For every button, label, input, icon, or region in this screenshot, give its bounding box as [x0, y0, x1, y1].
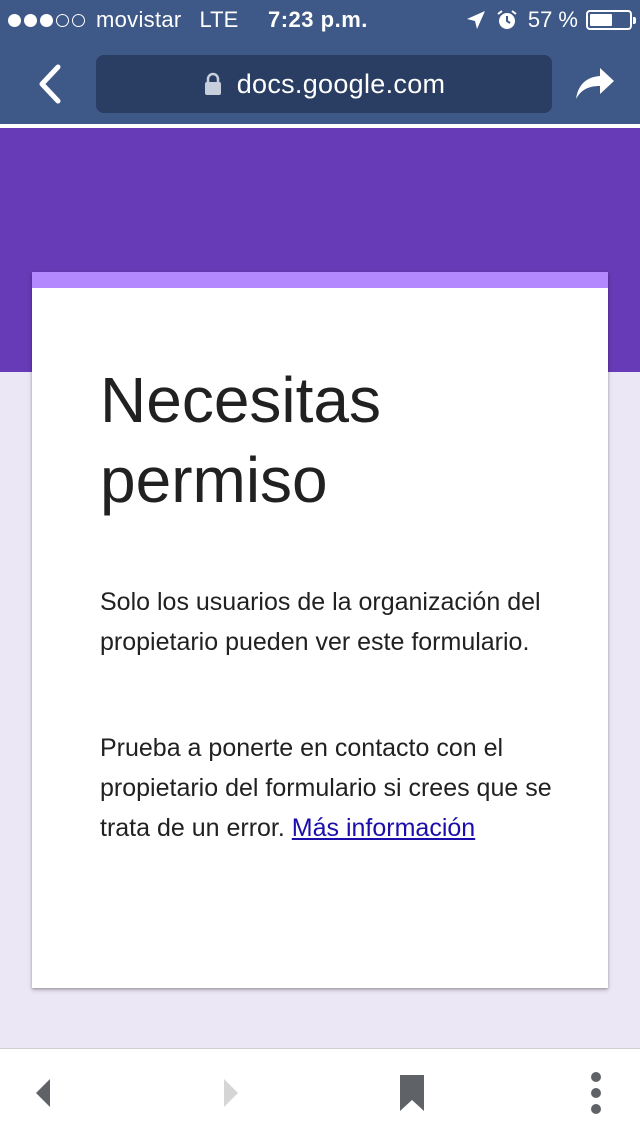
bookmark-icon[interactable] [398, 1073, 426, 1113]
page-title: Necesitas permiso [100, 360, 560, 520]
carrier-name: movistar [96, 7, 182, 32]
status-left: movistar LTE [8, 7, 238, 33]
contact-owner-message: Prueba a ponerte en contacto con el prop… [100, 728, 560, 848]
share-icon[interactable] [574, 66, 616, 102]
battery-percent: 57 % [527, 7, 578, 32]
more-icon[interactable] [586, 1071, 606, 1115]
signal-strength-icon [8, 13, 88, 27]
network-type: LTE [199, 7, 239, 32]
back-icon[interactable] [34, 1077, 54, 1109]
card-accent-bar [32, 272, 608, 288]
address-bar[interactable]: docs.google.com [96, 55, 552, 113]
title-line-2: permiso [100, 444, 328, 516]
bottom-toolbar [0, 1048, 640, 1137]
status-right: 57 % [466, 7, 636, 33]
battery-icon [586, 10, 636, 30]
alarm-icon [497, 10, 517, 29]
clock: 7:23 p.m. [268, 7, 368, 32]
more-info-link[interactable]: Más información [292, 814, 475, 842]
url-text: docs.google.com [236, 68, 446, 99]
browser-chrome: movistar LTE 7:23 p.m. 57 % docs.google.… [0, 0, 640, 124]
status-bar: movistar LTE 7:23 p.m. 57 % [0, 0, 640, 42]
permission-card: Necesitas permiso Solo los usuarios de l… [32, 272, 608, 988]
lock-icon [203, 72, 223, 96]
forward-icon[interactable] [220, 1077, 240, 1109]
back-icon[interactable] [36, 64, 66, 104]
permission-message: Solo los usuarios de la organización del… [100, 588, 541, 656]
location-arrow-icon [466, 11, 485, 29]
title-line-1: Necesitas [100, 364, 381, 436]
